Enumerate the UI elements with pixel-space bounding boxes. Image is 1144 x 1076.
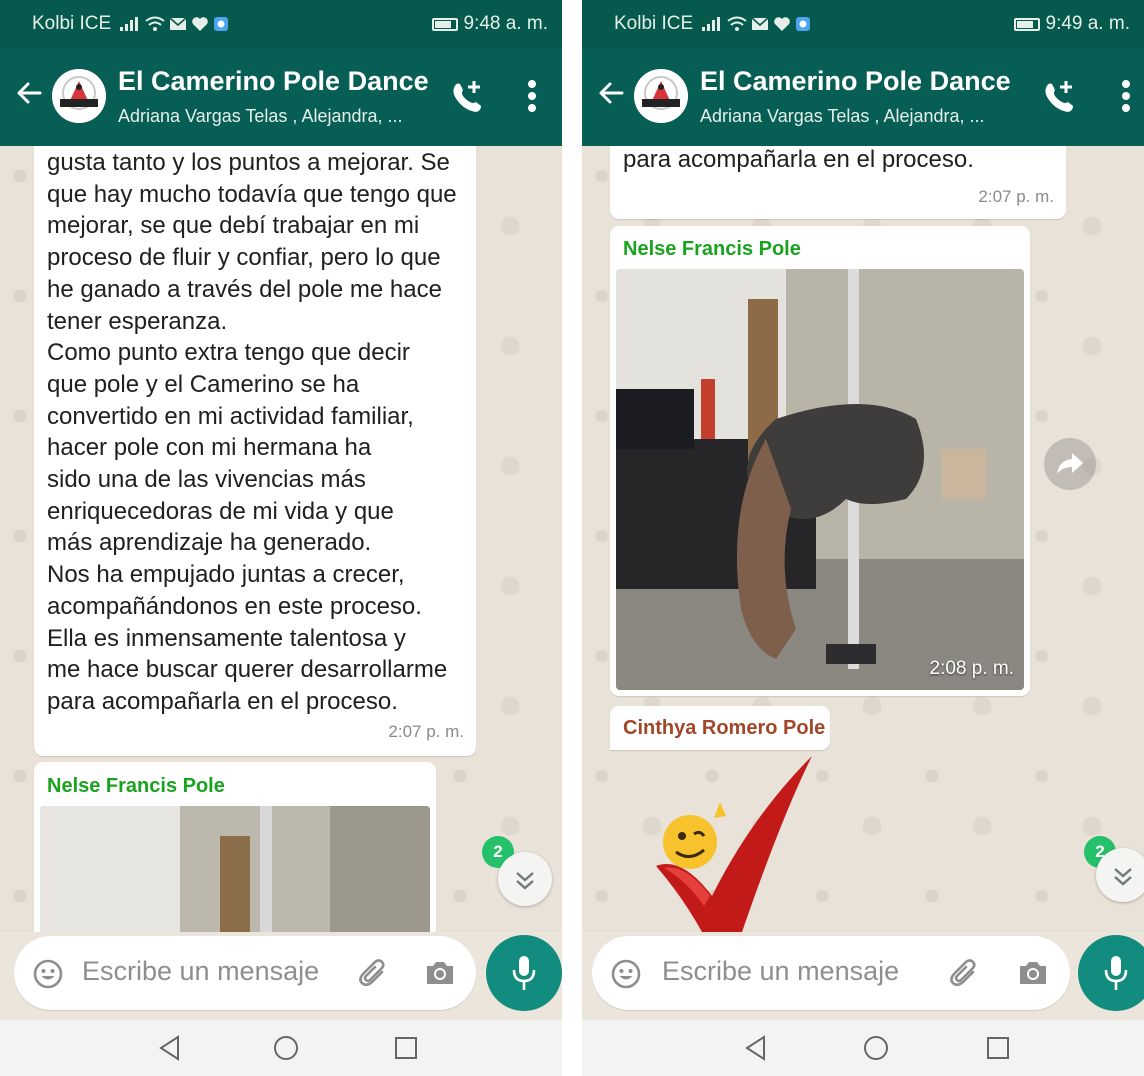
group-logo-icon — [52, 69, 106, 123]
input-placeholder: Escribe un mensaje — [82, 956, 320, 986]
status-icons — [701, 16, 811, 32]
battery-icon — [431, 17, 458, 31]
checkmark-emoji-sticker — [656, 756, 812, 932]
message-text: para acompañarla en el proceso. — [623, 146, 974, 173]
voice-record-button[interactable] — [1078, 935, 1144, 1011]
signal-icon — [120, 17, 139, 31]
nav-recents-icon[interactable] — [392, 1034, 420, 1062]
mic-icon — [512, 956, 536, 990]
status-right: 9:48 a. m. — [431, 13, 549, 35]
sticker[interactable] — [642, 756, 842, 932]
add-call-icon[interactable] — [450, 78, 484, 114]
shield-icon — [796, 17, 811, 31]
nav-home-icon[interactable] — [862, 1034, 890, 1062]
chat-area[interactable]: gusta tanto y los puntos a mejorar. Se q… — [0, 146, 562, 932]
forward-button[interactable] — [1044, 438, 1096, 490]
signal-icon — [702, 17, 721, 31]
emoji-icon[interactable] — [610, 958, 642, 990]
more-vert-icon[interactable] — [1121, 78, 1131, 114]
phone-screen-left: Kolbi ICE 9:48 a. m. El Camerino Pole Da… — [0, 0, 562, 1076]
chat-title[interactable]: El Camerino Pole Dance — [118, 66, 429, 97]
message-photo[interactable]: 2:08 p. m. — [616, 269, 1024, 690]
system-nav-bar — [0, 1020, 562, 1076]
sticker-message-bubble[interactable]: Cinthya Romero Pole — [610, 706, 830, 750]
wifi-icon — [145, 16, 165, 31]
image-message-bubble[interactable]: Nelse Francis Pole — [610, 226, 1030, 696]
message-time: 2:07 p. m. — [978, 187, 1054, 206]
message-time: 2:07 p. m. — [388, 722, 464, 741]
more-vert-icon[interactable] — [527, 78, 537, 114]
status-bar: Kolbi ICE 9:49 a. m. — [582, 0, 1144, 48]
message-photo[interactable] — [40, 806, 430, 932]
camera-icon[interactable] — [1017, 958, 1049, 988]
status-icons — [119, 16, 229, 32]
nav-back-icon[interactable] — [742, 1034, 770, 1062]
nav-recents-icon[interactable] — [984, 1034, 1012, 1062]
group-logo-icon — [634, 69, 688, 123]
attach-icon[interactable] — [947, 956, 981, 990]
scroll-down-button[interactable] — [498, 852, 552, 906]
image-message-bubble[interactable]: Nelse Francis Pole — [34, 762, 436, 932]
status-bar: Kolbi ICE 9:48 a. m. — [0, 0, 562, 48]
clock-label: 9:49 a. m. — [1045, 13, 1131, 34]
mail-icon — [751, 17, 769, 30]
nav-back-icon[interactable] — [156, 1034, 184, 1062]
attach-icon[interactable] — [356, 956, 390, 990]
forward-icon — [1057, 453, 1083, 474]
clock-label: 9:48 a. m. — [463, 13, 549, 34]
message-text: gusta tanto y los puntos a mejorar. Se q… — [47, 149, 457, 715]
scroll-down-button[interactable] — [1096, 848, 1144, 902]
chat-header: El Camerino Pole Dance Adriana Vargas Te… — [582, 48, 1144, 146]
scroll-down-icon — [516, 872, 534, 890]
mail-icon — [169, 17, 187, 30]
message-input[interactable]: Escribe un mensaje — [14, 936, 476, 1010]
message-sender: Cinthya Romero Pole — [623, 717, 826, 739]
chat-participants[interactable]: Adriana Vargas Telas , Alejandra, ... — [700, 106, 985, 127]
chat-participants[interactable]: Adriana Vargas Telas , Alejandra, ... — [118, 106, 403, 127]
composer-bar: Escribe un mensaje — [0, 932, 562, 1020]
group-avatar[interactable] — [634, 69, 688, 123]
message-input[interactable]: Escribe un mensaje — [592, 936, 1070, 1010]
voice-record-button[interactable] — [486, 935, 562, 1011]
system-nav-bar — [582, 1020, 1144, 1076]
mic-icon — [1104, 956, 1128, 990]
camera-icon[interactable] — [424, 958, 456, 988]
chat-title[interactable]: El Camerino Pole Dance — [700, 66, 1011, 97]
stage: Kolbi ICE 9:48 a. m. El Camerino Pole Da… — [0, 0, 1144, 1076]
group-avatar[interactable] — [52, 69, 106, 123]
message-sender: Nelse Francis Pole — [47, 775, 225, 797]
wifi-icon — [727, 16, 747, 31]
chat-header: El Camerino Pole Dance Adriana Vargas Te… — [0, 48, 562, 146]
composer-bar: Escribe un mensaje — [582, 932, 1144, 1020]
heart-icon — [774, 17, 791, 31]
message-bubble[interactable]: para acompañarla en el proceso. 2:07 p. … — [610, 146, 1066, 219]
photo-image — [616, 269, 1024, 690]
battery-icon — [1013, 17, 1040, 31]
carrier-label: Kolbi ICE — [614, 13, 694, 34]
input-placeholder: Escribe un mensaje — [662, 956, 900, 986]
back-arrow-icon[interactable] — [14, 78, 44, 108]
message-time: 2:08 p. m. — [929, 658, 1015, 679]
chat-area[interactable]: para acompañarla en el proceso. 2:07 p. … — [582, 146, 1144, 932]
scroll-down-icon — [1114, 868, 1132, 886]
add-call-icon[interactable] — [1042, 78, 1076, 114]
phone-screen-right: Kolbi ICE 9:49 a. m. El Camerino Pole Da… — [582, 0, 1144, 1076]
carrier-label: Kolbi ICE — [32, 13, 112, 34]
shield-icon — [214, 17, 229, 31]
status-right: 9:49 a. m. — [1013, 13, 1131, 35]
message-bubble[interactable]: gusta tanto y los puntos a mejorar. Se q… — [34, 146, 476, 756]
photo-image — [40, 806, 430, 932]
message-sender: Nelse Francis Pole — [623, 238, 801, 260]
heart-icon — [192, 17, 209, 31]
emoji-icon[interactable] — [32, 958, 64, 990]
back-arrow-icon[interactable] — [596, 78, 626, 108]
nav-home-icon[interactable] — [272, 1034, 300, 1062]
